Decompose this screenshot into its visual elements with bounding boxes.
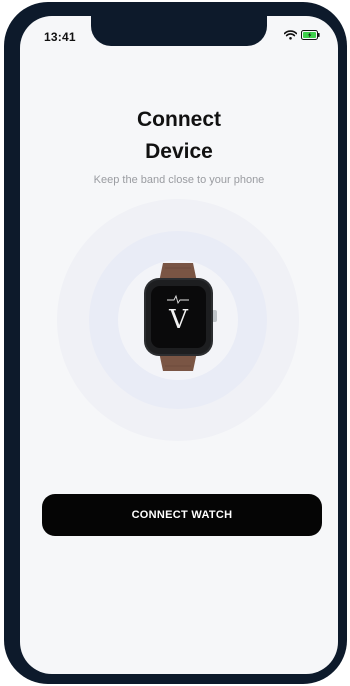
app-screen: 13:41 Connect Device Keep the band close…	[20, 16, 338, 674]
notch	[91, 16, 267, 46]
page-subtitle: Keep the band close to your phone	[93, 174, 265, 186]
connect-watch-button[interactable]: CONNECT WATCH	[42, 494, 322, 536]
page-title-line1: Connect	[137, 108, 221, 131]
page-title-line2: Device	[145, 140, 213, 163]
smartwatch-image: V	[144, 263, 217, 371]
status-time: 13:41	[44, 30, 76, 44]
watch-logo: V	[168, 305, 189, 335]
battery-charging-icon	[301, 30, 320, 40]
phone-frame: 13:41 Connect Device Keep the band close…	[4, 2, 347, 684]
wifi-icon	[284, 30, 297, 40]
status-icons	[284, 30, 320, 40]
